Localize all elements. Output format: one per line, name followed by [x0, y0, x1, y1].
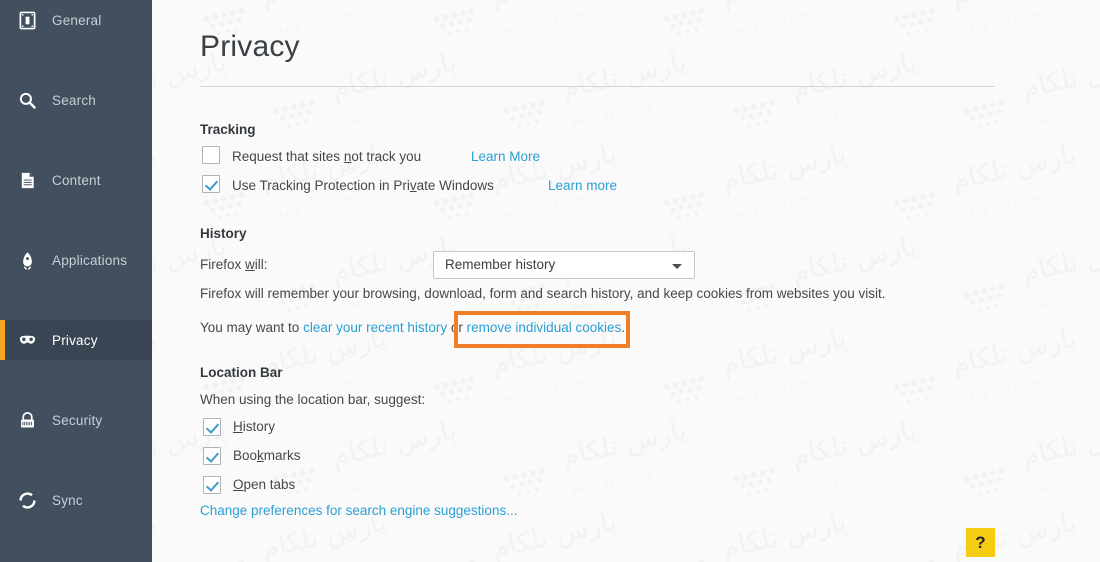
history-mode-dropdown[interactable]: Remember history	[433, 251, 695, 279]
suggest-bookmarks-label: Bookmarks	[233, 448, 301, 463]
applications-icon	[16, 249, 38, 271]
sh-post: istory	[242, 419, 276, 434]
sidebar-item-sync[interactable]: Sync	[0, 480, 152, 520]
do-not-track-checkbox[interactable]	[202, 146, 220, 164]
general-icon	[16, 9, 38, 31]
do-not-track-label: Request that sites not track you	[232, 149, 421, 164]
location-bar-subtitle: When using the location bar, suggest:	[200, 392, 426, 407]
sh-accesskey: H	[233, 419, 243, 434]
chevron-down-icon	[672, 264, 682, 269]
sidebar-item-label: Privacy	[52, 332, 98, 348]
tp-label-post: ate Windows	[416, 178, 494, 193]
mask-icon	[16, 329, 38, 351]
sidebar-item-label: General	[52, 12, 102, 28]
suggest-bookmarks-checkbox[interactable]	[203, 447, 221, 465]
history-hint: You may want to clear your recent histor…	[200, 320, 625, 335]
tracking-protection-label: Use Tracking Protection in Private Windo…	[232, 178, 494, 193]
sidebar-item-label: Search	[52, 92, 96, 108]
suggest-history-checkbox[interactable]	[203, 418, 221, 436]
settings-sidebar: General Search Content Applications Priv…	[0, 0, 152, 562]
so-post: pen tabs	[243, 477, 296, 492]
tp-label-accesskey: v	[409, 178, 417, 193]
dnt-label-post: ot track you	[351, 149, 422, 164]
sidebar-item-content[interactable]: Content	[0, 160, 152, 200]
history-hint-mid: or	[447, 320, 467, 335]
history-heading: History	[200, 226, 247, 241]
sync-icon	[16, 489, 38, 511]
suggest-open-tabs-checkbox[interactable]	[203, 476, 221, 494]
search-icon	[16, 89, 38, 111]
sidebar-item-search[interactable]: Search	[0, 80, 152, 120]
sidebar-item-privacy[interactable]: Privacy	[0, 320, 152, 360]
page-title: Privacy	[200, 30, 300, 63]
tracking-protection-learn-more-link[interactable]: Learn more	[548, 178, 617, 193]
privacy-settings-pane: Privacy Tracking Request that sites not …	[152, 0, 1100, 562]
sidebar-item-security[interactable]: Security	[0, 400, 152, 440]
location-bar-heading: Location Bar	[200, 365, 283, 380]
help-button[interactable]: ?	[966, 528, 995, 557]
tracking-protection-checkbox[interactable]	[202, 175, 220, 193]
do-not-track-learn-more-link[interactable]: Learn More	[471, 149, 540, 164]
sidebar-item-label: Applications	[52, 252, 128, 268]
sidebar-item-general[interactable]: General	[0, 0, 152, 40]
sb-accesskey: k	[257, 448, 264, 463]
firefox-will-post: ill:	[254, 257, 268, 272]
sidebar-item-label: Sync	[52, 492, 83, 508]
sidebar-item-applications[interactable]: Applications	[0, 240, 152, 280]
question-mark-icon: ?	[975, 533, 986, 552]
firefox-will-accesskey: w	[245, 257, 255, 272]
sb-post: marks	[263, 448, 301, 463]
lock-icon	[16, 409, 38, 431]
tracking-heading: Tracking	[200, 122, 256, 137]
suggest-open-tabs-label: Open tabs	[233, 477, 295, 492]
search-engine-preferences-link[interactable]: Change preferences for search engine sug…	[200, 503, 517, 518]
tp-label-pre: Use Tracking Protection in Pri	[232, 178, 410, 193]
sb-pre: Boo	[233, 448, 258, 463]
firefox-will-pre: Firefox	[200, 257, 246, 272]
history-mode-selected-value: Remember history	[445, 257, 556, 272]
sidebar-item-label: Content	[52, 172, 101, 188]
suggest-history-label: History	[233, 419, 275, 434]
so-accesskey: O	[233, 477, 244, 492]
dnt-label-pre: Request that sites	[232, 149, 344, 164]
sidebar-item-label: Security	[52, 412, 103, 428]
history-description: Firefox will remember your browsing, dow…	[200, 286, 886, 301]
remove-individual-cookies-link[interactable]: remove individual cookies	[467, 320, 622, 335]
content-icon	[16, 169, 38, 191]
firefox-will-label: Firefox will:	[200, 257, 268, 272]
clear-recent-history-link[interactable]: clear your recent history	[303, 320, 447, 335]
title-divider	[200, 86, 995, 87]
history-hint-pre: You may want to	[200, 320, 304, 335]
history-hint-post: .	[621, 320, 625, 335]
